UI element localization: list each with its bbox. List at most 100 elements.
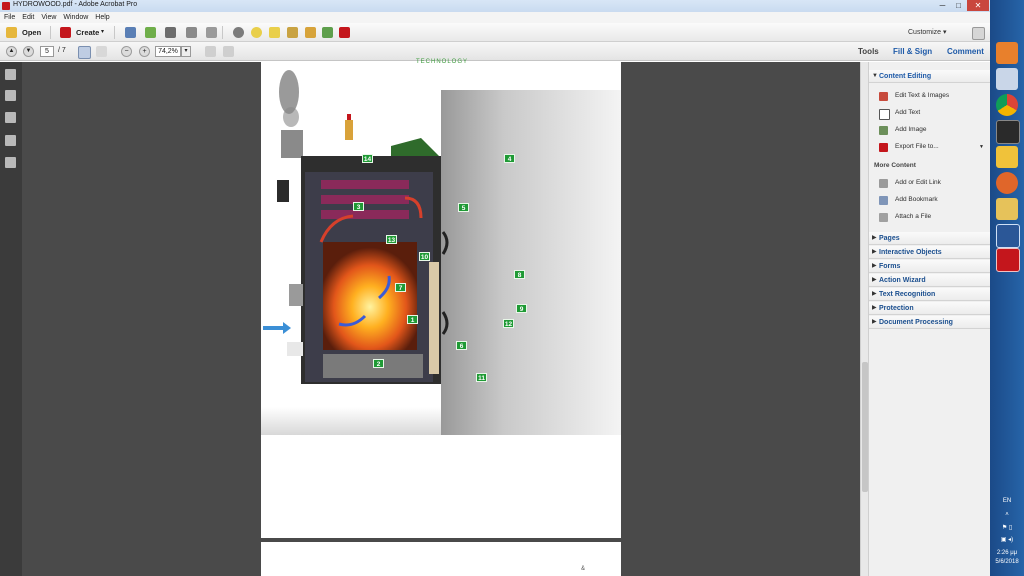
content-editing-header[interactable]: ▼ Content Editing (869, 70, 991, 83)
word-icon[interactable] (996, 224, 1020, 248)
clock-time[interactable]: 2:26 μμ (990, 550, 1024, 556)
add-edit-link-tool[interactable]: Add or Edit Link (879, 177, 941, 189)
windows-taskbar: EN ˄ ⚑ ▯ ▣ ◂) 2:26 μμ 5/6/2018 (990, 0, 1024, 576)
cloud-upload-icon[interactable] (145, 27, 156, 38)
expand-arrow-icon: ▶ (872, 249, 877, 255)
forms-section[interactable]: ▶ Forms (869, 260, 991, 273)
title-bar: HYDROWOOD.pdf - Adobe Acrobat Pro ─ □ ✕ (0, 0, 990, 12)
attachments-icon[interactable] (5, 112, 16, 123)
menu-view[interactable]: View (41, 12, 56, 23)
text-recognition-section[interactable]: ▶ Text Recognition (869, 288, 991, 301)
hand-tool-icon[interactable] (96, 46, 107, 57)
review-icon[interactable] (305, 27, 316, 38)
protection-section[interactable]: ▶ Protection (869, 302, 991, 315)
comment-bubble-icon[interactable] (251, 27, 262, 38)
page-thumbnails-icon[interactable] (5, 69, 16, 80)
print-icon[interactable] (165, 27, 176, 38)
menu-bar: File Edit View Window Help (0, 12, 990, 23)
share-icon[interactable] (322, 27, 333, 38)
tab-fill-sign[interactable]: Fill & Sign (893, 47, 932, 56)
zoom-out-button[interactable]: − (121, 46, 132, 57)
section-title: Text Recognition (879, 291, 936, 298)
select-cursor-icon[interactable] (78, 46, 91, 59)
add-bookmark-tool[interactable]: Add Bookmark (879, 194, 938, 206)
tool-label: Add Image (895, 126, 927, 133)
fit-width-icon[interactable] (223, 46, 234, 57)
expand-arrow-icon: ▶ (872, 263, 877, 269)
add-image-tool[interactable]: Add Image (879, 124, 926, 136)
flag-icon[interactable]: ⚑ ▯ (990, 524, 1024, 531)
mail-folder-icon[interactable] (996, 146, 1018, 168)
menu-help[interactable]: Help (95, 12, 109, 23)
create-button[interactable]: Create (76, 28, 99, 37)
vertical-scrollbar[interactable] (860, 62, 868, 576)
create-pdf-icon[interactable] (60, 27, 71, 38)
document-processing-section[interactable]: ▶ Document Processing (869, 316, 991, 329)
action-wizard-section[interactable]: ▶ Action Wizard (869, 274, 991, 287)
expand-arrow-icon: ▶ (872, 291, 877, 297)
acrobat-taskbar-icon[interactable] (996, 248, 1020, 272)
command-prompt-icon[interactable] (996, 120, 1020, 144)
volume-icon[interactable]: ▣ ◂) (990, 536, 1024, 543)
edit-text-images-tool[interactable]: Edit Text & Images (879, 90, 949, 102)
menu-edit[interactable]: Edit (22, 12, 34, 23)
create-dropdown-arrow[interactable]: ▾ (101, 28, 104, 35)
bookmarks-icon[interactable] (5, 90, 16, 101)
export-dropdown-arrow[interactable]: ▼ (979, 141, 984, 153)
maximize-button[interactable]: □ (951, 0, 966, 11)
main-toolbar: Open Create ▾ Customize ▾ (0, 23, 990, 42)
fit-page-icon[interactable] (205, 46, 216, 57)
marker-4: 4 (504, 154, 515, 163)
attach-file-tool[interactable]: Attach a File (879, 211, 931, 223)
document-icon[interactable] (996, 68, 1018, 90)
navigation-toolbar: ▲ ▼ 5 / 7 − + 74,2% ▾ Tools Fill & Sign … (0, 42, 990, 61)
marker-3: 3 (353, 202, 364, 211)
tab-comment[interactable]: Comment (947, 47, 984, 56)
marker-1: 1 (407, 315, 418, 324)
toolbar-divider (222, 26, 223, 39)
customize-dropdown[interactable]: Customize ▾ (908, 28, 947, 36)
minimize-button[interactable]: ─ (935, 0, 950, 11)
image-icon (879, 126, 888, 135)
expand-arrow-icon: ▶ (872, 319, 877, 325)
clock-date[interactable]: 5/6/2018 (990, 559, 1024, 565)
zoom-level-input[interactable]: 74,2% (155, 46, 181, 57)
language-indicator[interactable]: EN (990, 498, 1024, 504)
firefox-icon[interactable] (996, 172, 1018, 194)
save-icon[interactable] (125, 27, 136, 38)
file-explorer-icon[interactable] (996, 198, 1018, 220)
next-page-icon[interactable]: ▼ (23, 46, 34, 57)
pages-section[interactable]: ▶ Pages (869, 232, 991, 245)
interactive-objects-section[interactable]: ▶ Interactive Objects (869, 246, 991, 259)
expand-arrow-icon: ▶ (872, 235, 877, 241)
export-file-tool[interactable]: Export File to... ▼ (879, 141, 1005, 153)
acrobat-app-icon (2, 2, 10, 10)
edit-pencil-icon[interactable] (186, 27, 197, 38)
tab-tools[interactable]: Tools (858, 47, 879, 56)
page-number-input[interactable]: 5 (40, 46, 54, 57)
more-content-heading: More Content (874, 162, 916, 169)
expand-icon[interactable] (972, 27, 985, 40)
open-button[interactable]: Open (22, 28, 41, 37)
email-icon[interactable] (206, 27, 217, 38)
chrome-icon[interactable] (996, 94, 1018, 116)
previous-page-icon[interactable]: ▲ (6, 46, 17, 57)
signatures-icon[interactable] (5, 157, 16, 168)
menu-window[interactable]: Window (63, 12, 88, 23)
add-text-tool[interactable]: Add Text (879, 107, 920, 120)
layers-icon[interactable] (5, 135, 16, 146)
form-icon[interactable] (339, 27, 350, 38)
tool-label: Edit Text & Images (895, 92, 950, 99)
stamp-icon[interactable] (287, 27, 298, 38)
close-button[interactable]: ✕ (967, 0, 989, 11)
marker-13: 13 (386, 235, 397, 244)
folder-open-icon[interactable] (6, 27, 17, 38)
zoom-in-button[interactable]: + (139, 46, 150, 57)
gear-icon[interactable] (233, 27, 244, 38)
tray-chevron-icon[interactable]: ˄ (990, 512, 1024, 518)
highlight-icon[interactable] (269, 27, 280, 38)
menu-file[interactable]: File (4, 12, 15, 23)
zoom-dropdown-arrow[interactable]: ▾ (181, 46, 191, 57)
marker-12: 12 (503, 319, 514, 328)
media-player-icon[interactable] (996, 42, 1018, 64)
